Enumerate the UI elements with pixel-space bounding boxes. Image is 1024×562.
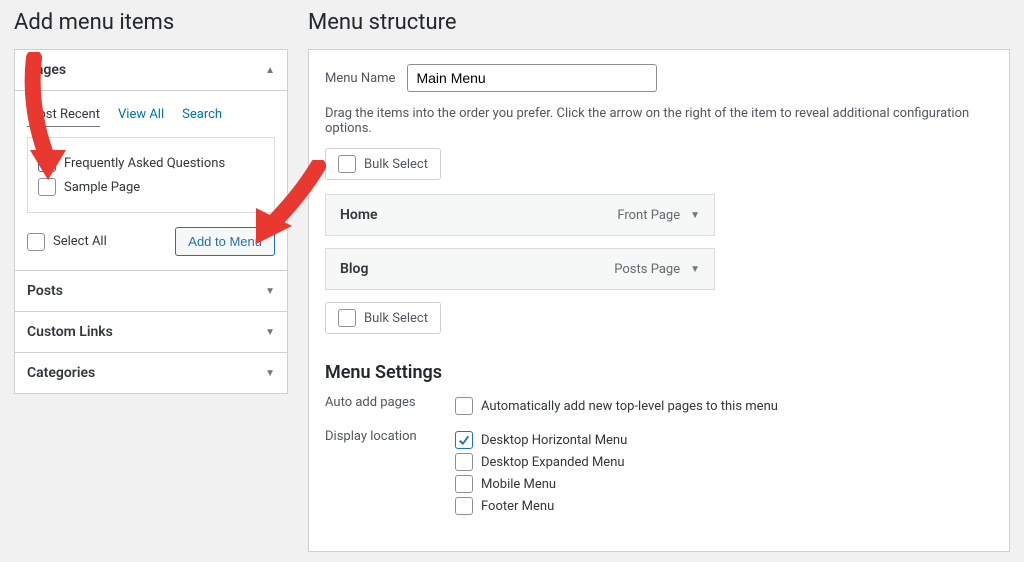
display-option-footer[interactable]: Footer Menu xyxy=(455,497,627,515)
add-items-heading: Add menu items xyxy=(14,10,288,35)
bulk-select-label: Bulk Select xyxy=(364,157,428,172)
display-option-mobile[interactable]: Mobile Menu xyxy=(455,475,627,493)
checkbox-icon xyxy=(338,155,356,173)
menu-item-label: Home xyxy=(340,207,378,223)
tab-view-all[interactable]: View All xyxy=(118,103,164,127)
caret-down-icon: ▼ xyxy=(690,210,700,221)
caret-down-icon: ▼ xyxy=(690,264,700,275)
checkbox-icon xyxy=(455,431,473,449)
bulk-select-top[interactable]: Bulk Select xyxy=(325,148,441,180)
page-item-faq[interactable]: Frequently Asked Questions xyxy=(38,154,264,172)
tab-search[interactable]: Search xyxy=(182,103,222,127)
auto-add-label: Auto add pages xyxy=(325,393,455,419)
caret-down-icon: ▼ xyxy=(265,286,275,297)
display-option-desktop-horizontal[interactable]: Desktop Horizontal Menu xyxy=(455,431,627,449)
checkbox-icon xyxy=(455,397,473,415)
display-option-desktop-expanded[interactable]: Desktop Expanded Menu xyxy=(455,453,627,471)
checkbox-icon xyxy=(455,453,473,471)
menu-structure-heading: Menu structure xyxy=(308,10,1010,35)
accordion-posts-label: Posts xyxy=(27,283,63,299)
menu-name-label: Menu Name xyxy=(325,71,395,86)
menu-item-blog[interactable]: Blog Posts Page ▼ xyxy=(325,248,715,290)
page-item-sample[interactable]: Sample Page xyxy=(38,178,264,196)
auto-add-option-label: Automatically add new top-level pages to… xyxy=(481,399,778,414)
display-option-label: Mobile Menu xyxy=(481,477,556,492)
display-location-label: Display location xyxy=(325,427,455,519)
caret-down-icon: ▼ xyxy=(265,368,275,379)
help-text: Drag the items into the order you prefer… xyxy=(325,106,993,136)
add-to-menu-button[interactable]: Add to Menu xyxy=(175,227,275,256)
bulk-select-bottom[interactable]: Bulk Select xyxy=(325,302,441,334)
checkbox-icon xyxy=(338,309,356,327)
menu-item-home[interactable]: Home Front Page ▼ xyxy=(325,194,715,236)
accordion-categories[interactable]: Categories ▼ xyxy=(15,353,287,393)
display-option-label: Footer Menu xyxy=(481,499,554,514)
checkbox-icon xyxy=(455,475,473,493)
auto-add-option[interactable]: Automatically add new top-level pages to… xyxy=(455,397,778,415)
display-option-label: Desktop Expanded Menu xyxy=(481,455,625,470)
select-all[interactable]: Select All xyxy=(27,233,107,251)
accordion-categories-label: Categories xyxy=(27,365,95,381)
accordion-posts[interactable]: Posts ▼ xyxy=(15,271,287,312)
caret-up-icon: ▲ xyxy=(265,65,275,76)
display-option-label: Desktop Horizontal Menu xyxy=(481,433,627,448)
menu-name-input[interactable] xyxy=(407,64,657,92)
menu-item-type: Posts Page xyxy=(614,262,680,277)
page-item-label: Frequently Asked Questions xyxy=(64,156,225,171)
caret-down-icon: ▼ xyxy=(265,327,275,338)
accordion-custom-label: Custom Links xyxy=(27,324,113,340)
bulk-select-label: Bulk Select xyxy=(364,311,428,326)
menu-settings-heading: Menu Settings xyxy=(325,362,993,383)
checkbox-icon xyxy=(38,178,56,196)
tab-most-recent[interactable]: Most Recent xyxy=(27,103,100,127)
menu-item-type: Front Page xyxy=(617,208,680,223)
accordion-custom-links[interactable]: Custom Links ▼ xyxy=(15,312,287,353)
checkbox-icon xyxy=(455,497,473,515)
menu-item-label: Blog xyxy=(340,261,368,277)
checkbox-icon xyxy=(38,154,56,172)
select-all-label: Select All xyxy=(53,234,107,249)
page-item-label: Sample Page xyxy=(64,180,140,195)
accordion-pages[interactable]: Pages ▲ xyxy=(15,50,287,91)
accordion-pages-label: Pages xyxy=(27,62,66,78)
checkbox-icon xyxy=(27,233,45,251)
